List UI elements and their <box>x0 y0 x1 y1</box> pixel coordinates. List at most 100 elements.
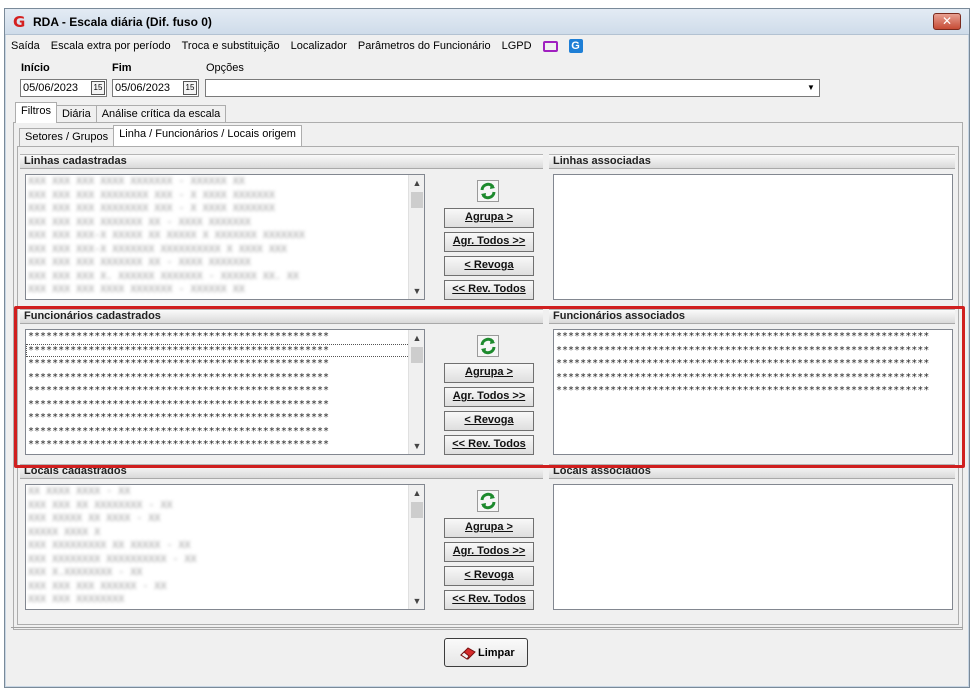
inicio-date-value: 05/06/2023 <box>23 82 79 94</box>
list-item[interactable]: ****************************************… <box>26 330 424 344</box>
list-item[interactable]: XXX XXX XX XXXXXXXX - XX <box>26 499 424 513</box>
monitor-icon[interactable] <box>542 40 558 52</box>
scroll-up-icon[interactable]: ▲ <box>409 485 424 501</box>
list-item[interactable]: ****************************************… <box>26 343 424 357</box>
agr-todos-funcionarios-button[interactable]: Agr. Todos >> <box>444 387 534 407</box>
list-item[interactable]: ****************************************… <box>554 330 952 344</box>
scroll-down-icon[interactable]: ▼ <box>409 593 424 609</box>
limpar-label: Limpar <box>478 647 515 659</box>
linhas-cadastradas-list[interactable]: XXX XXX XXX XXXX XXXXXXX - XXXXXX XX XXX… <box>25 174 425 300</box>
funcionarios-associados-list[interactable]: ****************************************… <box>553 329 953 455</box>
scroll-thumb[interactable] <box>411 347 423 363</box>
agrupa-locais-button[interactable]: Agrupa > <box>444 518 534 538</box>
list-item[interactable]: XXX XXX XXX XXXX XXXXXXX - XXXXXX XX <box>26 175 424 189</box>
funcionarios-cadastrados-list[interactable]: ****************************************… <box>25 329 425 455</box>
linhas-cadastradas-header: Linhas cadastradas <box>20 154 543 169</box>
sub-tabs: Setores / Grupos Linha / Funcionários / … <box>19 125 302 146</box>
menu-item-escala-extra[interactable]: Escala extra por período <box>51 40 171 52</box>
calendar-icon[interactable]: 15 <box>183 81 197 95</box>
scrollbar[interactable]: ▲ ▼ <box>408 330 424 454</box>
limpar-button[interactable]: Limpar <box>444 638 528 667</box>
opcoes-select[interactable]: ▼ <box>205 79 820 97</box>
title-bar: G RDA - Escala diária (Dif. fuso 0) ✕ <box>5 9 969 35</box>
linhas-associadas-header: Linhas associadas <box>549 154 955 169</box>
list-item[interactable]: XXX XXXXX XX XXXX - XX <box>26 512 424 526</box>
list-item[interactable]: ****************************************… <box>554 371 952 385</box>
list-item[interactable]: ****************************************… <box>554 344 952 358</box>
refresh-icon <box>480 182 496 200</box>
list-item[interactable]: XXX XXX XXX XXXXXX - XX <box>26 580 424 594</box>
funcionarios-cadastrados-header: Funcionários cadastrados <box>20 309 543 324</box>
list-item[interactable]: XXX XXX XXX XXXX XXXXXXX - XXXXXX XX <box>26 283 424 297</box>
agrupa-linhas-button[interactable]: Agrupa > <box>444 208 534 228</box>
refresh-funcionarios-button[interactable] <box>477 335 499 357</box>
locais-associados-list[interactable] <box>553 484 953 610</box>
rev-todos-linhas-button[interactable]: << Rev. Todos <box>444 280 534 300</box>
revoga-locais-button[interactable]: < Revoga <box>444 566 534 586</box>
scroll-down-icon[interactable]: ▼ <box>409 283 424 299</box>
list-item[interactable]: ****************************************… <box>26 398 424 412</box>
eraser-icon <box>460 647 476 660</box>
agr-todos-locais-button[interactable]: Agr. Todos >> <box>444 542 534 562</box>
list-item[interactable]: XXX XXX XXX XXXXXXXX XXX - X XXXX XXXXXX… <box>26 202 424 216</box>
list-item[interactable]: XXX XXXXXXXXX XX XXXXX - XX <box>26 539 424 553</box>
scrollbar[interactable]: ▲ ▼ <box>408 175 424 299</box>
list-item[interactable]: XXX XXX XXX-X XXXXXXX XXXXXXXXXX X XXXX … <box>26 243 424 257</box>
menu-bar: Saída Escala extra por período Troca e s… <box>11 37 583 55</box>
agrupa-funcionarios-button[interactable]: Agrupa > <box>444 363 534 383</box>
tab-filtros[interactable]: Filtros <box>15 102 57 123</box>
agr-todos-linhas-button[interactable]: Agr. Todos >> <box>444 232 534 252</box>
menu-item-troca[interactable]: Troca e substituição <box>182 40 280 52</box>
g-logo-icon[interactable]: G <box>568 39 583 53</box>
list-item[interactable]: ****************************************… <box>26 438 424 452</box>
scrollbar[interactable]: ▲ ▼ <box>408 485 424 609</box>
linhas-associadas-list[interactable] <box>553 174 953 300</box>
list-item[interactable]: XXX XXX XXX XXXXXXX XX - XXXX XXXXXXX <box>26 216 424 230</box>
revoga-funcionarios-button[interactable]: < Revoga <box>444 411 534 431</box>
scroll-thumb[interactable] <box>411 502 423 518</box>
refresh-icon <box>480 337 496 355</box>
list-item[interactable]: ****************************************… <box>554 357 952 371</box>
list-item[interactable]: XXX XXX XXXXXXXX <box>26 593 424 607</box>
funcionarios-associados-header: Funcionários associados <box>549 309 955 324</box>
scroll-down-icon[interactable]: ▼ <box>409 438 424 454</box>
close-button[interactable]: ✕ <box>933 13 961 30</box>
inicio-date-field[interactable]: 05/06/2023 15 <box>20 79 107 97</box>
list-item[interactable]: ****************************************… <box>554 384 952 398</box>
tab-analise[interactable]: Análise crítica da escala <box>95 105 227 123</box>
scroll-up-icon[interactable]: ▲ <box>409 330 424 346</box>
refresh-linhas-button[interactable] <box>477 180 499 202</box>
list-item[interactable]: ****************************************… <box>26 371 424 385</box>
scroll-up-icon[interactable]: ▲ <box>409 175 424 191</box>
list-item[interactable]: XXX XXX XXX XXXXXXX XX - XXXX XXXXXXX <box>26 256 424 270</box>
list-item[interactable]: ****************************************… <box>26 411 424 425</box>
list-item[interactable]: XXXXX XXXX X <box>26 526 424 540</box>
chevron-down-icon[interactable]: ▼ <box>804 81 818 95</box>
list-item[interactable]: ****************************************… <box>26 425 424 439</box>
tab-linha-funcionarios[interactable]: Linha / Funcionários / Locais origem <box>113 125 302 146</box>
list-item[interactable]: XXX XXXXXXXX XXXXXXXXXX - XX <box>26 553 424 567</box>
separator <box>11 627 963 628</box>
menu-item-localizador[interactable]: Localizador <box>291 40 347 52</box>
menu-item-parametros[interactable]: Parâmetros do Funcionário <box>358 40 491 52</box>
tab-setores-grupos[interactable]: Setores / Grupos <box>19 128 115 146</box>
opcoes-label: Opções <box>206 62 244 74</box>
locais-cadastrados-list[interactable]: XX XXXX XXXX - XX XXX XXX XX XXXXXXXX - … <box>25 484 425 610</box>
rev-todos-locais-button[interactable]: << Rev. Todos <box>444 590 534 610</box>
list-item[interactable]: XXX XXX XXX X. XXXXXX XXXXXXX - XXXXXX X… <box>26 270 424 284</box>
tab-diaria[interactable]: Diária <box>55 105 97 123</box>
list-item[interactable]: ****************************************… <box>26 384 424 398</box>
revoga-linhas-button[interactable]: < Revoga <box>444 256 534 276</box>
list-item[interactable]: ****************************************… <box>26 357 424 371</box>
list-item[interactable]: XXX X.XXXXXXXX - XX <box>26 566 424 580</box>
scroll-thumb[interactable] <box>411 192 423 208</box>
fim-date-field[interactable]: 05/06/2023 15 <box>112 79 199 97</box>
menu-item-lgpd[interactable]: LGPD <box>502 40 532 52</box>
calendar-icon[interactable]: 15 <box>91 81 105 95</box>
rev-todos-funcionarios-button[interactable]: << Rev. Todos <box>444 435 534 455</box>
list-item[interactable]: XXX XXX XXX XXXXXXXX XXX - X XXXX XXXXXX… <box>26 189 424 203</box>
list-item[interactable]: XXX XXX XXX-X XXXXX XX XXXXX X XXXXXXX X… <box>26 229 424 243</box>
refresh-locais-button[interactable] <box>477 490 499 512</box>
list-item[interactable]: XX XXXX XXXX - XX <box>26 485 424 499</box>
menu-item-saida[interactable]: Saída <box>11 40 40 52</box>
